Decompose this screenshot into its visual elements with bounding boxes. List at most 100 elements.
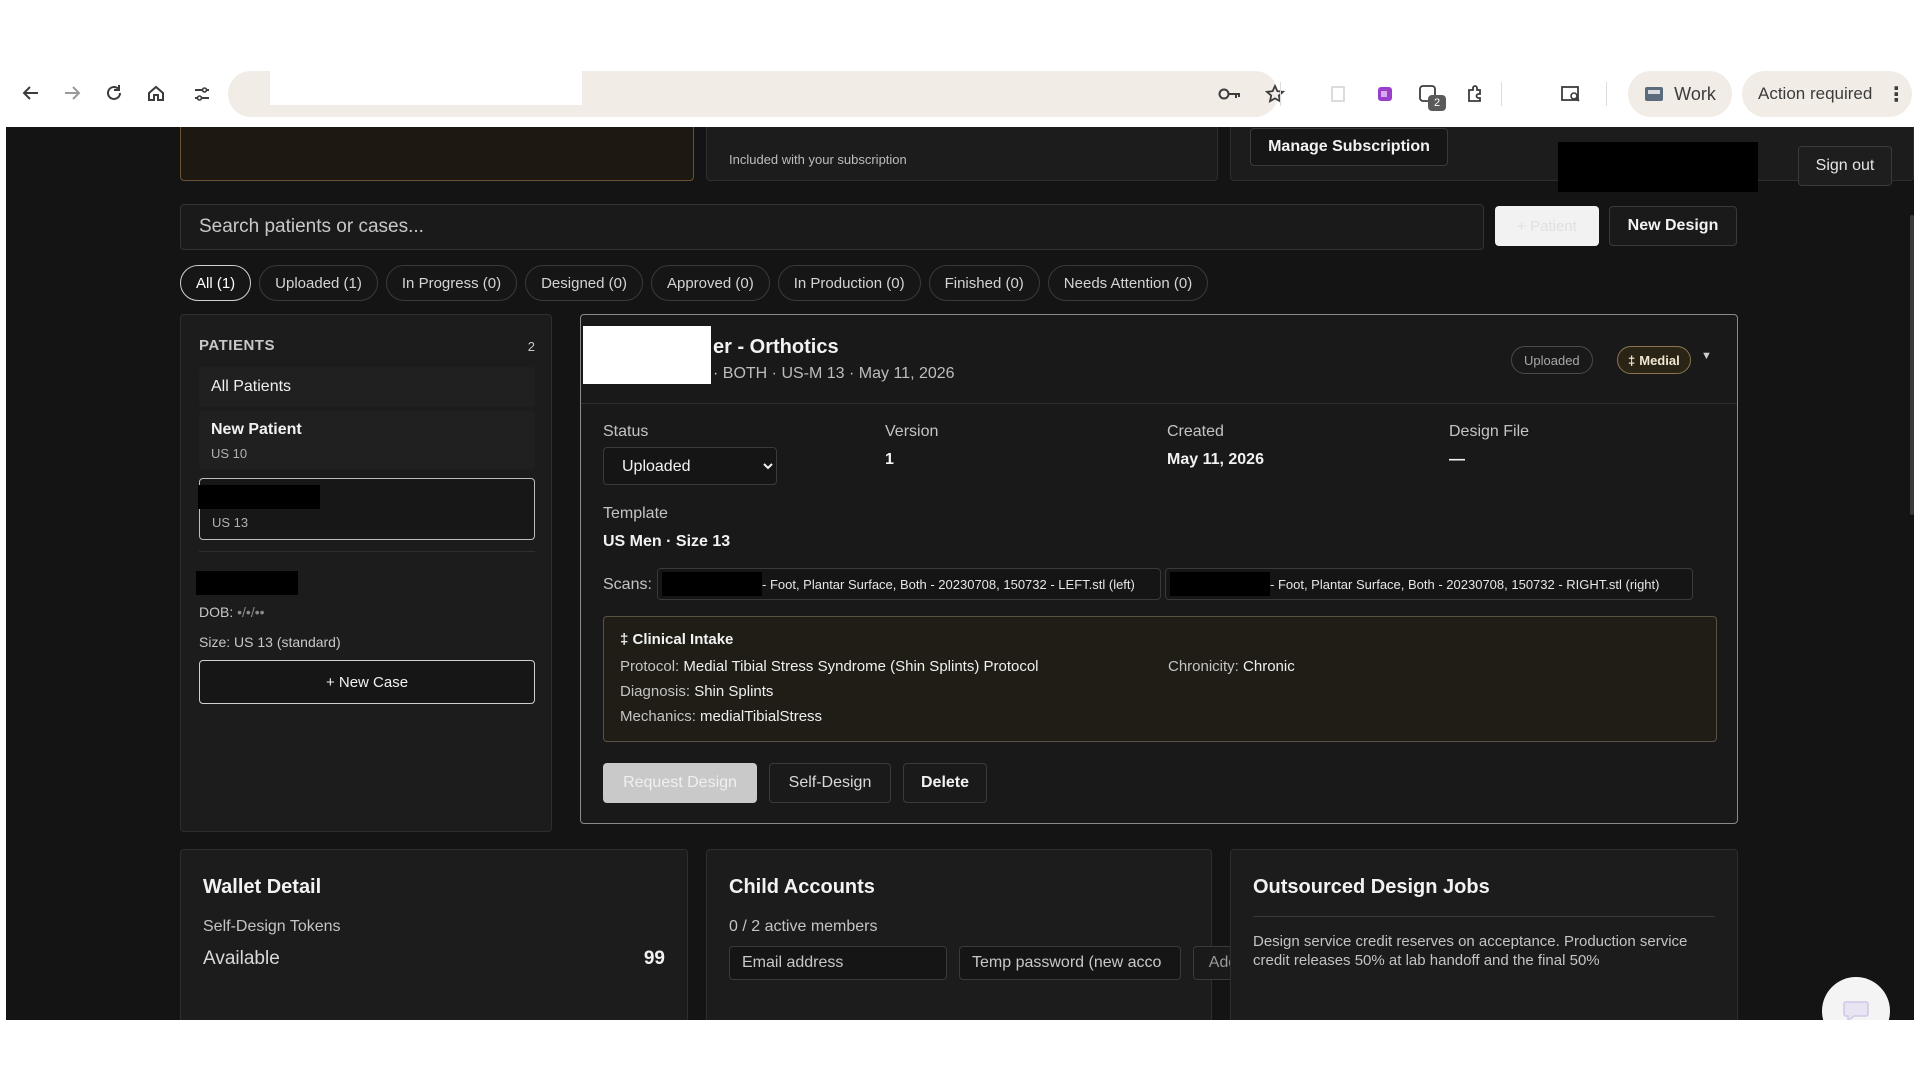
filter-finished[interactable]: Finished (0) [928, 265, 1040, 301]
bookmark-star-icon[interactable] [1260, 79, 1290, 109]
more-menu-icon[interactable]: ⋮ [1886, 82, 1906, 107]
redacted-scan-name [1170, 572, 1270, 596]
intake-mechanics: Mechanics: medialTibialStress [620, 708, 823, 725]
created-value: May 11, 2026 [1167, 451, 1264, 468]
version-label: Version [885, 423, 939, 440]
filter-needs-attention[interactable]: Needs Attention (0) [1047, 265, 1209, 301]
redacted-scan-name [662, 572, 762, 596]
temp-password-field[interactable] [959, 946, 1181, 980]
case-title: er - Orthotics [713, 336, 839, 358]
status-select[interactable]: Uploaded [603, 447, 777, 485]
screen: 2 Work Action required ⋮ Included with y… [6, 59, 1914, 1020]
wallet-detail-card: Wallet Detail Self-Design Tokens Availab… [180, 849, 688, 1020]
filter-in-progress[interactable]: In Progress (0) [385, 265, 518, 301]
template-label: Template [603, 505, 668, 522]
design-file-value: — [1449, 451, 1465, 468]
manage-subscription-button[interactable]: Manage Subscription [1250, 128, 1448, 166]
included-text: Included with your subscription [729, 152, 907, 167]
action-required-chip[interactable]: Action required ⋮ [1742, 71, 1912, 117]
intake-protocol: Protocol: Medial Tibial Stress Syndrome … [620, 658, 1039, 675]
lightning-icon: ‡ [1628, 352, 1636, 368]
filter-in-production[interactable]: In Production (0) [777, 265, 921, 301]
scan-file-left[interactable]: - Foot, Plantar Surface, Both - 20230708… [657, 568, 1161, 600]
scan-file-right[interactable]: - Foot, Plantar Surface, Both - 20230708… [1165, 568, 1693, 600]
created-label: Created [1167, 423, 1224, 440]
extensions-puzzle-icon[interactable] [1460, 79, 1490, 109]
browser-toolbar: 2 Work Action required ⋮ [6, 59, 1914, 127]
outsourced-divider [1253, 916, 1715, 917]
profile-work-chip[interactable]: Work [1628, 71, 1732, 117]
scan-file-label: - Foot, Plantar Surface, Both - 20230708… [762, 576, 1135, 592]
onenote-extension-icon[interactable] [1370, 79, 1400, 109]
redacted-case-name [583, 326, 711, 384]
intake-chronicity: Chronicity: Chronic [1168, 658, 1295, 675]
delete-button[interactable]: Delete [903, 763, 987, 803]
outsourced-design-jobs-card: Outsourced Design Jobs Design service cr… [1230, 849, 1738, 1020]
tab-search-icon[interactable] [1556, 79, 1586, 109]
status-label: Status [603, 423, 649, 440]
wallet-title: Wallet Detail [203, 876, 322, 898]
status-filter-bar: All (1) Uploaded (1) In Progress (0) Des… [180, 265, 1209, 301]
email-field[interactable] [729, 946, 947, 980]
redacted-patient-detail-name [196, 571, 298, 595]
patient-size: US 10 [211, 446, 248, 461]
reload-icon[interactable] [99, 78, 129, 108]
scans-label: Scans: [603, 576, 652, 593]
back-icon[interactable] [16, 78, 46, 108]
site-info-icon[interactable] [187, 79, 217, 109]
request-design-button[interactable]: Request Design [603, 763, 757, 803]
patient-item-new-patient[interactable]: New Patient US 10 [199, 411, 535, 469]
patient-item-selected[interactable]: US 13 [198, 478, 535, 540]
extension-page-icon[interactable] [1323, 79, 1353, 109]
patients-title: PATIENTS [199, 337, 275, 354]
app-content: Included with your subscription Manage S… [6, 127, 1914, 1020]
child-accounts-subtitle: 0 / 2 active members [729, 918, 878, 935]
wallet-available-value: 99 [643, 948, 665, 969]
scan-file-label: - Foot, Plantar Surface, Both - 20230708… [1270, 576, 1660, 592]
extension-badge: 2 [1428, 95, 1446, 111]
add-patient-button[interactable]: + Patient [1495, 206, 1599, 246]
case-detail-panel: er - Orthotics · BOTH · US-M 13 · May 11… [580, 314, 1738, 824]
filter-approved[interactable]: Approved (0) [650, 265, 770, 301]
clinical-intake-box: ‡ Clinical Intake Protocol: Medial Tibia… [603, 616, 1717, 742]
intake-tag-badge: ‡ Medial [1617, 346, 1691, 374]
password-key-icon[interactable] [1215, 79, 1245, 109]
forward-icon[interactable] [57, 78, 87, 108]
search-input[interactable] [180, 204, 1484, 250]
profile-avatar-icon [1645, 87, 1664, 101]
new-design-button[interactable]: New Design [1609, 206, 1737, 246]
toolbar-divider [1501, 82, 1502, 106]
redacted-account-info [1558, 142, 1758, 192]
home-icon[interactable] [141, 78, 171, 108]
subscription-included-card: Included with your subscription [706, 127, 1218, 181]
patient-name: New Patient [211, 421, 302, 438]
status-badge: Uploaded [1511, 346, 1593, 374]
tab-group-extension-icon[interactable]: 2 [1413, 79, 1446, 111]
outsourced-description: Design service credit reserves on accept… [1253, 933, 1688, 969]
case-subtitle: · BOTH · US-M 13 · May 11, 2026 [713, 365, 955, 382]
patient-item-all[interactable]: All Patients [199, 367, 535, 407]
toolbar-divider [1280, 82, 1281, 106]
outsourced-title: Outsourced Design Jobs [1253, 876, 1490, 898]
patient-divider [199, 551, 535, 552]
address-text-area[interactable] [270, 71, 582, 105]
sign-out-button[interactable]: Sign out [1798, 146, 1892, 186]
filter-all[interactable]: All (1) [180, 265, 252, 301]
new-case-button[interactable]: + New Case [199, 660, 535, 704]
patients-panel: PATIENTS 2 All Patients New Patient US 1… [180, 314, 552, 832]
intake-diagnosis: Diagnosis: Shin Splints [620, 683, 774, 700]
patient-size: US 13 [212, 515, 249, 530]
version-value: 1 [885, 451, 894, 468]
case-expand-caret-icon[interactable]: ▼ [1701, 350, 1712, 362]
page-scrollbar[interactable] [1910, 215, 1914, 515]
self-design-button[interactable]: Self-Design [769, 763, 891, 803]
clinical-intake-title: ‡ Clinical Intake [620, 631, 734, 648]
filter-designed[interactable]: Designed (0) [525, 265, 643, 301]
action-required-label: Action required [1758, 84, 1873, 103]
wallet-subtitle: Self-Design Tokens [203, 918, 341, 935]
child-accounts-card: Child Accounts 0 / 2 active members Add [706, 849, 1253, 1020]
patient-size-detail: Size: US 13 (standard) [199, 634, 341, 650]
lightning-icon: ‡ [620, 631, 633, 648]
chat-button[interactable] [1822, 977, 1890, 1020]
filter-uploaded[interactable]: Uploaded (1) [259, 265, 378, 301]
